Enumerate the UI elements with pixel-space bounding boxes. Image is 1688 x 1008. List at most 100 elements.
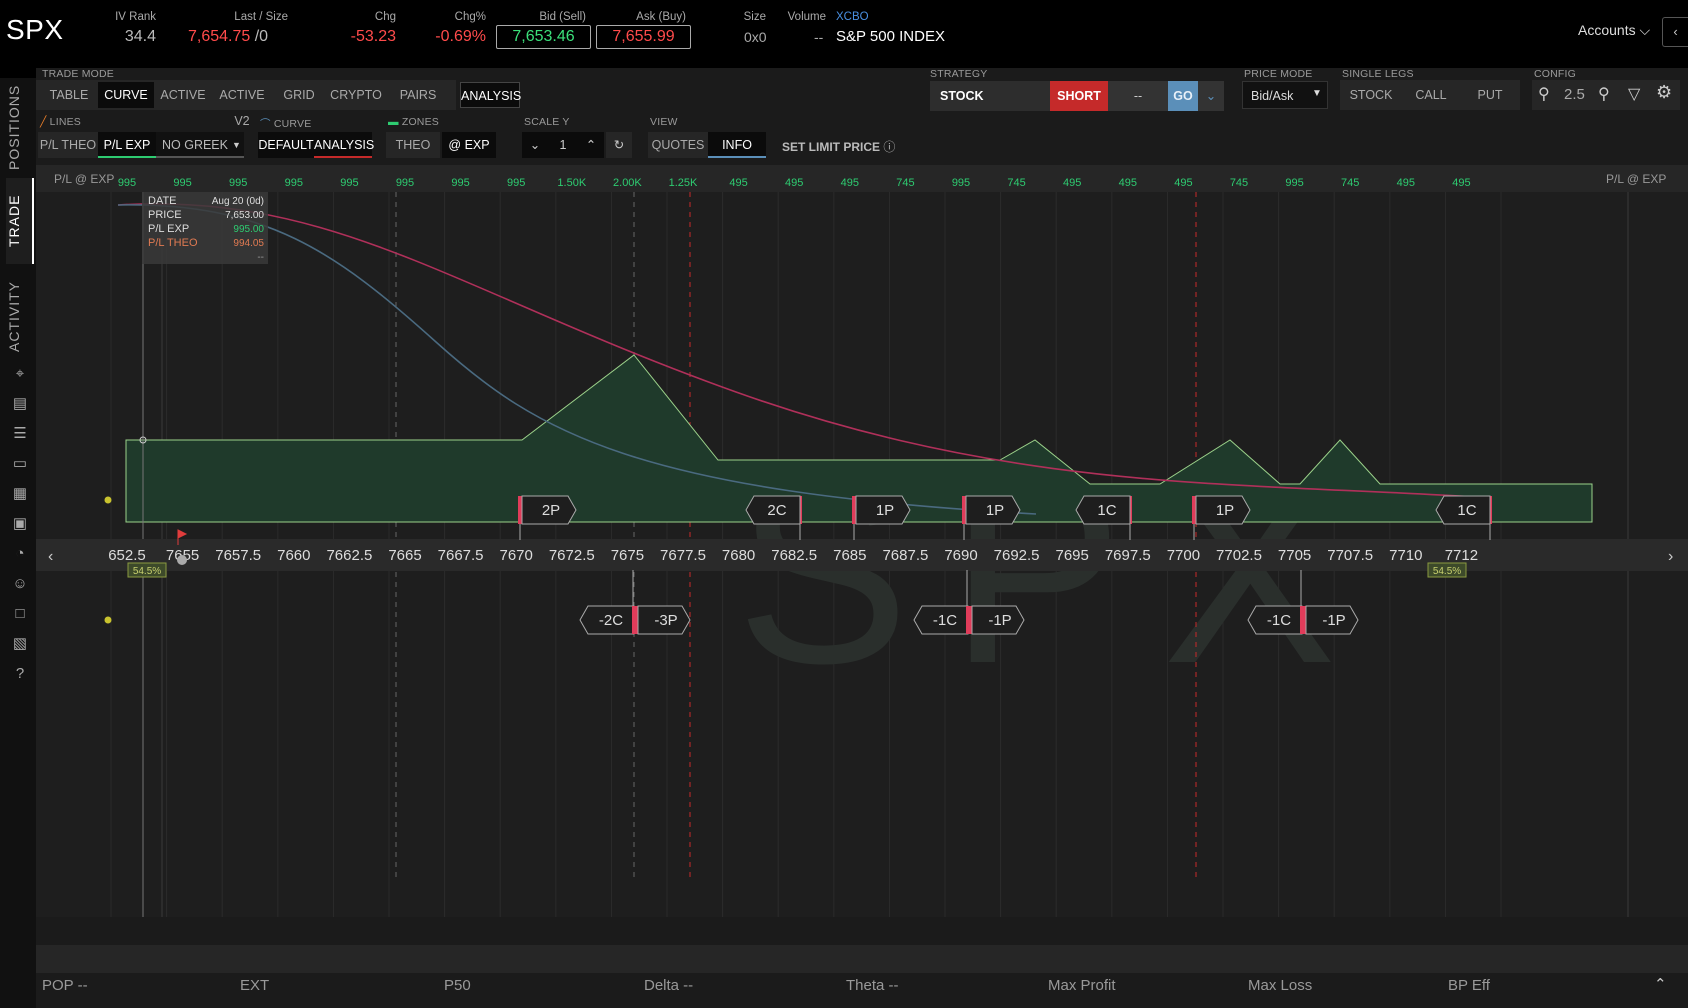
max-profit-stat: Max Profit	[1048, 977, 1116, 994]
leg-stock-button[interactable]: STOCK	[1342, 82, 1400, 108]
x-tick-label: 7672.5	[549, 547, 595, 564]
zoom-out-icon[interactable]: ⚲	[1538, 84, 1550, 104]
analysis-chart[interactable]: SPX‹›652.576557657.576607662.576657667.5…	[36, 192, 1688, 917]
collapse-left-icon[interactable]: ‹	[1662, 17, 1688, 47]
tab-positions[interactable]: POSITIONS	[6, 82, 34, 172]
people-icon[interactable]: ☺	[10, 574, 30, 594]
side-toggle[interactable]: SHORT	[1050, 81, 1108, 111]
gear-icon[interactable]: ⚙	[1656, 82, 1672, 103]
strategy-select[interactable]: STOCK	[930, 81, 1050, 111]
tooltip-value: 994.05	[233, 238, 264, 249]
price-mode-label: PRICE MODE	[1244, 68, 1313, 80]
help-icon[interactable]: ?	[10, 664, 30, 684]
x-tick-label: 7705	[1278, 547, 1311, 564]
leg-tag-lower-a-label: -1C	[933, 612, 957, 629]
tab-trade[interactable]: TRADE	[6, 178, 34, 264]
pl-value: 995	[340, 177, 358, 189]
leg-marker	[962, 496, 966, 524]
leg-tag-upper-label: 1C	[1097, 502, 1116, 519]
fx-icon[interactable]: ▧	[10, 634, 30, 654]
short-dot	[104, 616, 112, 624]
lines-pl-exp[interactable]: P/L EXP	[98, 132, 156, 158]
zones-exp[interactable]: @ EXP	[442, 132, 496, 158]
bid-button[interactable]: 7,653.46	[496, 25, 591, 49]
zoom-in-icon[interactable]: ⚲	[1598, 84, 1610, 104]
accounts-menu[interactable]: Accounts ⌵	[1578, 22, 1650, 39]
delta-stat: Delta --	[644, 977, 694, 994]
size-label: Size	[743, 11, 766, 23]
qty-input[interactable]: --	[1108, 81, 1168, 111]
tab-active[interactable]: ACTIVE	[156, 82, 210, 108]
view-quotes[interactable]: QUOTES	[648, 132, 708, 158]
tv-icon[interactable]: ▭	[10, 454, 30, 474]
gauge-icon[interactable]: ◔	[10, 544, 30, 564]
scale-up-icon[interactable]: ⌃	[578, 132, 604, 158]
scroll-left-icon: ‹	[48, 548, 53, 565]
expand-up-icon[interactable]: ⌃	[1654, 975, 1667, 993]
news-icon[interactable]: ▤	[10, 394, 30, 414]
p50-stat: P50	[444, 977, 471, 994]
x-tick-label: 7697.5	[1105, 547, 1151, 564]
refresh-icon[interactable]: ↻	[606, 132, 632, 158]
leg-tag-upper-label: 2P	[542, 502, 560, 519]
x-tick-label: 7662.5	[326, 547, 372, 564]
go-button[interactable]: GO	[1168, 81, 1198, 111]
chg-value: -53.23	[350, 28, 396, 45]
tab-active-v2[interactable]: ACTIVE V2	[212, 82, 272, 128]
tooltip-value: 7,653.00	[225, 210, 264, 221]
chevron-down-icon: ⌵	[1639, 22, 1651, 38]
tooltip-label: P/L THEO	[148, 237, 198, 249]
x-tick-label: 7682.5	[771, 547, 817, 564]
filter-icon[interactable]: ▽	[1628, 84, 1640, 104]
leg-marker	[1300, 606, 1306, 634]
tab-curve[interactable]: CURVE	[98, 82, 154, 108]
pl-value: 495	[841, 177, 859, 189]
volume-value: --	[814, 29, 824, 45]
curve-analysis[interactable]: ANALYSIS	[314, 132, 374, 158]
tab-crypto[interactable]: CRYPTO	[326, 82, 386, 108]
leg-put-button[interactable]: PUT	[1462, 82, 1518, 108]
tab-grid[interactable]: GRID	[274, 82, 324, 108]
tab-activity[interactable]: ACTIVITY	[6, 270, 34, 362]
tab-table[interactable]: TABLE	[40, 82, 98, 108]
lines-label: ╱ LINES	[40, 116, 82, 128]
pop-stat: POP --	[42, 977, 88, 994]
grid-icon[interactable]: ▦	[10, 484, 30, 504]
leg-call-button[interactable]: CALL	[1402, 82, 1460, 108]
theta-stat: Theta --	[846, 977, 899, 994]
symbol[interactable]: SPX	[6, 14, 64, 46]
tooltip-value: 995.00	[233, 224, 264, 235]
list-icon[interactable]: ☰	[10, 424, 30, 444]
pl-value: 495	[1119, 177, 1137, 189]
scroll-right-icon: ›	[1668, 548, 1673, 565]
scale-down-icon[interactable]: ⌄	[522, 132, 548, 158]
zones-theo[interactable]: THEO	[386, 132, 440, 158]
iv-rank-value: 34.4	[124, 28, 156, 45]
pl-value: 745	[1007, 177, 1025, 189]
greek-select[interactable]: NO GREEK	[156, 132, 244, 158]
view-info[interactable]: INFO	[708, 132, 766, 158]
x-tick-label: 7690	[944, 547, 977, 564]
lines-pl-theo[interactable]: P/L THEO	[38, 132, 98, 158]
quote-bar: SPX IV Rank 34.4 Last / Size 7,654.75 /0…	[0, 0, 1688, 68]
leg-tag-lower-b-label: -1P	[988, 612, 1011, 629]
pl-value: 745	[1341, 177, 1359, 189]
curve-default[interactable]: DEFAULT	[258, 132, 314, 158]
max-loss-stat: Max Loss	[1248, 977, 1313, 994]
tab-pairs[interactable]: PAIRS	[388, 82, 448, 108]
pl-values-overlay: 995 995 995 995 995 995 995 995 1.50K 2.00K 1.25K 4…	[118, 177, 1471, 189]
tiles-icon[interactable]: ▣	[10, 514, 30, 534]
calendar-icon[interactable]: □	[10, 604, 30, 624]
last-label: Last / Size	[234, 11, 288, 23]
leg-marker	[966, 606, 972, 634]
help-icon: ⓘ	[883, 140, 896, 154]
leg-tag-lower-b-label: -1P	[1322, 612, 1345, 629]
set-limit-price[interactable]: SET LIMIT PRICE ⓘ	[782, 138, 895, 155]
tab-analysis[interactable]: ANALYSIS	[460, 82, 521, 108]
pl-value: 995	[507, 177, 525, 189]
ask-button[interactable]: 7,655.99	[596, 25, 691, 49]
chevron-down-icon[interactable]: ⌄	[1198, 81, 1224, 111]
crosshair-icon[interactable]: ⌖	[10, 364, 30, 384]
zoom-value: 2.5	[1564, 86, 1585, 103]
x-tick-label: 7702.5	[1216, 547, 1262, 564]
